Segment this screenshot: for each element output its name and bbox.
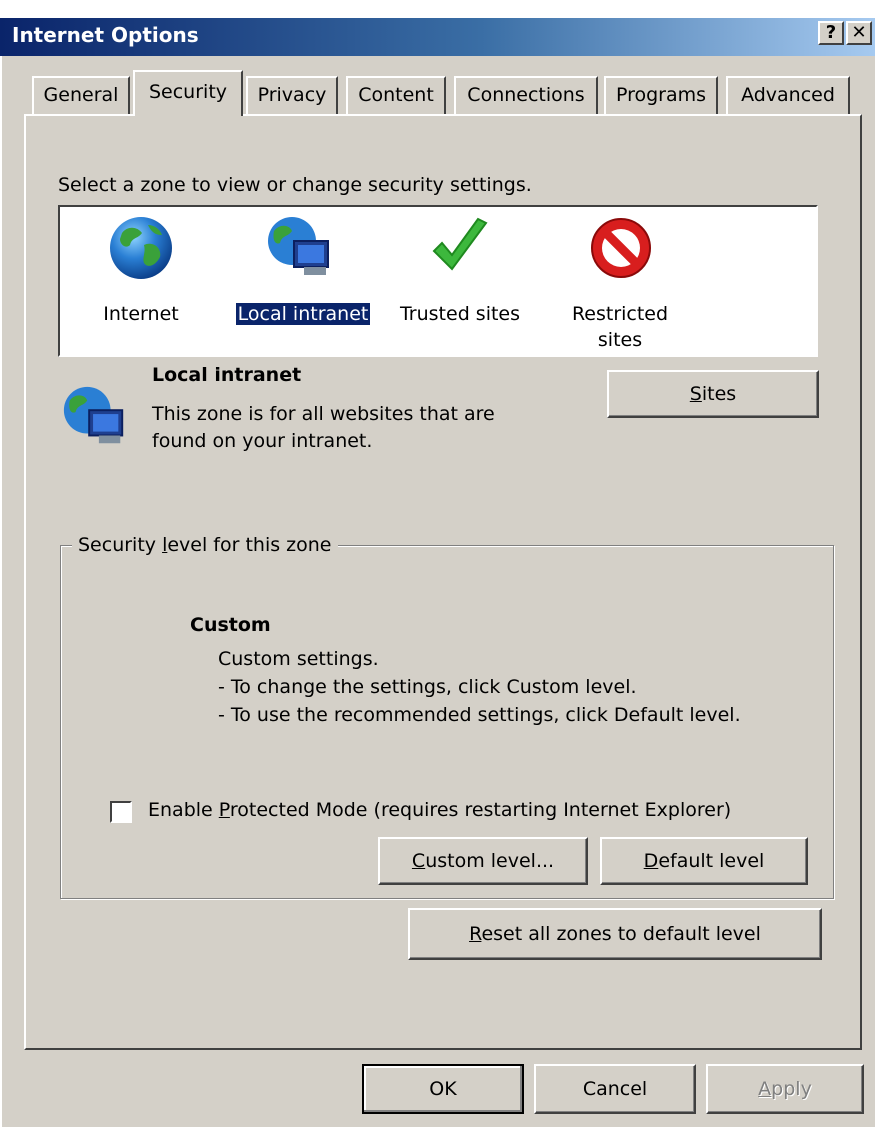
sites-button[interactable]: Sites — [607, 370, 819, 418]
zone-prompt: Select a zone to view or change security… — [58, 174, 532, 196]
ok-button[interactable]: OK — [362, 1064, 524, 1114]
background-strip — [0, 0, 875, 18]
custom-level-button[interactable]: Custom level... — [378, 837, 588, 885]
zone-label-line2: sites — [597, 329, 643, 351]
level-name: Custom — [190, 614, 271, 636]
reset-all-zones-button[interactable]: Reset all zones to default level — [408, 908, 822, 960]
zone-label: Local intranet — [235, 303, 371, 325]
protected-mode-label[interactable]: Enable Protected Mode (requires restarti… — [148, 799, 731, 821]
tab-programs[interactable]: Programs — [604, 76, 718, 114]
globe-icon — [110, 217, 172, 279]
zone-description-line1: This zone is for all websites that are — [152, 403, 495, 425]
tab-advanced[interactable]: Advanced — [726, 76, 850, 114]
zone-label: Internet — [103, 303, 179, 325]
zone-label: Trusted sites — [399, 303, 521, 325]
restricted-icon — [591, 218, 651, 278]
zone-label-line1: Restricted — [571, 303, 669, 325]
level-desc-line2: - To change the settings, click Custom l… — [218, 676, 637, 698]
zone-name: Local intranet — [152, 364, 302, 386]
protected-mode-checkbox[interactable] — [110, 801, 132, 823]
checkmark-icon — [432, 217, 488, 271]
default-level-button[interactable]: Default level — [600, 837, 808, 885]
zone-list[interactable]: Internet Local intranet Trusted sites Re… — [58, 205, 818, 357]
window-frame — [0, 56, 8, 1127]
cancel-button[interactable]: Cancel — [534, 1064, 696, 1114]
help-button[interactable]: ? — [818, 21, 844, 45]
zone-description-line2: found on your intranet. — [152, 430, 373, 452]
tab-security[interactable]: Security — [133, 70, 243, 116]
level-desc-line1: Custom settings. — [218, 648, 379, 670]
tab-content[interactable]: Content — [346, 76, 446, 114]
intranet-icon — [268, 217, 329, 275]
group-label: Security level for this zone — [72, 534, 338, 556]
title-bar[interactable]: Internet Options ? ✕ — [0, 18, 875, 56]
tab-privacy[interactable]: Privacy — [246, 76, 338, 114]
window-title: Internet Options — [12, 23, 199, 47]
level-desc-line3: - To use the recommended settings, click… — [218, 704, 741, 726]
tab-general[interactable]: General — [32, 76, 130, 114]
apply-button[interactable]: Apply — [706, 1064, 864, 1114]
tab-connections[interactable]: Connections — [454, 76, 598, 114]
close-button[interactable]: ✕ — [846, 21, 872, 45]
intranet-icon — [63, 386, 124, 444]
